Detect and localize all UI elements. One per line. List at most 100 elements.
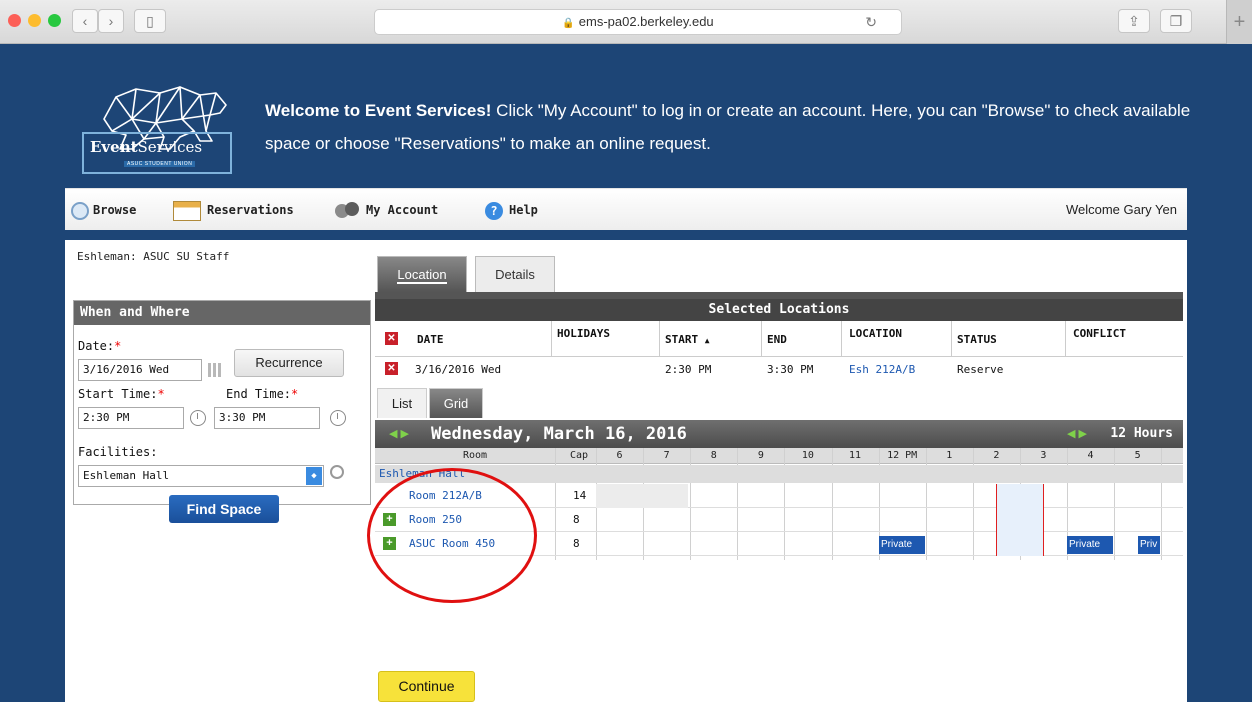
end-time-label: End Time:*	[226, 387, 299, 401]
col-start[interactable]: START ▲	[665, 333, 710, 346]
remove-row-icon[interactable]: ✕	[385, 362, 398, 375]
end-clock-icon[interactable]	[330, 410, 346, 426]
selected-locations-title: Selected Locations	[375, 299, 1183, 321]
when-and-where-panel: When and Where Date:* 3/16/2016 Wed Recu…	[73, 300, 371, 523]
tab-underline	[375, 292, 1183, 299]
tab-location[interactable]: Location	[377, 256, 467, 292]
continue-button[interactable]: Continue	[378, 671, 475, 702]
selection-highlight	[996, 484, 1043, 556]
hour-column-header: 4	[1087, 450, 1094, 461]
col-end[interactable]: END	[767, 333, 787, 346]
col-location[interactable]: LOCATION	[849, 327, 902, 340]
grid-row-room-212ab: Room 212A/B 14	[375, 484, 1183, 508]
nav-browse[interactable]: Browse	[71, 189, 136, 231]
row-date: 3/16/2016 Wed	[415, 363, 502, 376]
sidebar-toggle-icon[interactable]: ▯	[134, 9, 166, 33]
welcome-user: Welcome Gary Yen	[1065, 202, 1177, 217]
col-date[interactable]: DATE	[417, 333, 444, 346]
start-time-field[interactable]: 2:30 PM	[78, 407, 184, 429]
room-link[interactable]: Room 212A/B	[409, 489, 482, 502]
calendar-icon	[173, 200, 201, 221]
grid-day-label: Wednesday, March 16, 2016	[431, 424, 687, 444]
nav-my-account-label: My Account	[366, 203, 439, 217]
logo-word-bold: Event	[90, 138, 138, 156]
find-space-button[interactable]: Find Space	[169, 495, 279, 523]
address-bar[interactable]: 🔒 ems-pa02.berkeley.edu ↻	[374, 9, 902, 35]
logo-subtitle: ASUC STUDENT UNION	[124, 161, 196, 167]
add-room-icon[interactable]: +	[383, 513, 396, 526]
building-row: Eshleman Hall	[375, 465, 1183, 483]
hour-column-header: 11	[849, 450, 862, 461]
minimize-window-button[interactable]	[28, 14, 41, 27]
hour-column-header: 10	[801, 450, 814, 461]
nav-my-account[interactable]: My Account	[335, 189, 438, 231]
facilities-select-value: Eshleman Hall	[83, 469, 170, 482]
row-location-link[interactable]: Esh 212A/B	[849, 363, 915, 376]
hour-column-header: 2	[993, 450, 1000, 461]
hour-column-header: 7	[663, 450, 670, 461]
room-capacity: 8	[573, 513, 580, 526]
reload-icon[interactable]: ↻	[865, 10, 877, 34]
hours-nav-arrows-icon[interactable]: ◀ ▶	[1067, 420, 1087, 448]
room-link[interactable]: ASUC Room 450	[409, 537, 495, 550]
tabs-overview-icon[interactable]: ❐	[1160, 9, 1192, 33]
share-icon[interactable]: ⇪	[1118, 9, 1150, 33]
sort-asc-icon: ▲	[704, 336, 710, 345]
table-row: ✕ 3/16/2016 Wed 2:30 PM 3:30 PM Esh 212A…	[375, 357, 1183, 387]
browser-window: ‹ › ▯ 🔒 ems-pa02.berkeley.edu ↻ ⇪ ❐ + Eve…	[0, 0, 1252, 702]
panel-title: When and Where	[74, 301, 370, 325]
magnifier-icon	[71, 201, 89, 220]
close-window-button[interactable]	[8, 14, 21, 27]
col-conflict[interactable]: CONFLICT	[1073, 327, 1126, 340]
selected-locations-header: ✕ DATE HOLIDAYS START ▲ END LOCATION STA…	[375, 321, 1183, 357]
tab-details[interactable]: Details	[475, 256, 555, 292]
nav-help[interactable]: ? Help	[485, 189, 538, 231]
date-field[interactable]: 3/16/2016 Wed	[78, 359, 202, 381]
hour-column-header: 6	[616, 450, 623, 461]
nav-help-label: Help	[509, 203, 538, 217]
room-column-header: Room	[462, 450, 488, 461]
day-nav-arrows-icon[interactable]: ◀ ▶	[389, 420, 409, 448]
lock-icon: 🔒	[562, 18, 575, 29]
tab-grid[interactable]: Grid	[429, 388, 483, 418]
zoom-window-button[interactable]	[48, 14, 61, 27]
main-content: Eshleman: ASUC SU Staff When and Where D…	[65, 240, 1187, 702]
nav-reservations[interactable]: Reservations	[173, 189, 294, 231]
grid-header: Room Cap 6 7 8 9 10 11 12 PM 1 2 3 4 5	[375, 448, 1183, 464]
new-tab-icon[interactable]: +	[1226, 0, 1252, 44]
building-link[interactable]: Eshleman Hall	[379, 467, 465, 480]
add-room-icon[interactable]: +	[383, 537, 396, 550]
hour-column-header: 12 PM	[887, 450, 918, 461]
welcome-heading: Welcome to Event Services!	[265, 101, 492, 120]
search-icon[interactable]	[330, 465, 344, 479]
unavailable-block	[596, 484, 688, 508]
hours-span-label[interactable]: 12 Hours	[1110, 420, 1173, 448]
back-icon[interactable]: ‹	[72, 9, 98, 33]
room-link[interactable]: Room 250	[409, 513, 462, 526]
start-clock-icon[interactable]	[190, 410, 206, 426]
col-holidays[interactable]: HOLIDAYS	[557, 327, 610, 340]
logo-word-regular: Services	[137, 138, 203, 156]
grid-day-bar: ◀ ▶ Wednesday, March 16, 2016 ◀ ▶ 12 Hou…	[375, 420, 1183, 448]
remove-all-icon[interactable]: ✕	[385, 332, 398, 345]
grid-row-room-250: + Room 250 8	[375, 508, 1183, 532]
facilities-select[interactable]: Eshleman Hall ◆	[78, 465, 324, 487]
row-start: 2:30 PM	[665, 363, 712, 376]
booking-block[interactable]: Private	[879, 536, 925, 554]
required-marker: *	[114, 339, 122, 353]
end-time-field[interactable]: 3:30 PM	[214, 407, 320, 429]
users-icon	[335, 201, 361, 220]
hour-column-header: 5	[1134, 450, 1141, 461]
tab-list[interactable]: List	[377, 388, 427, 418]
calendar-picker-icon[interactable]	[208, 363, 222, 377]
site-header: EventServices ASUC STUDENT UNION Welcome…	[0, 44, 1252, 187]
booking-block[interactable]: Priv	[1138, 536, 1160, 554]
forward-icon[interactable]: ›	[98, 9, 124, 33]
group-name: Eshleman: ASUC SU Staff	[77, 250, 230, 263]
start-time-label: Start Time:*	[78, 387, 165, 401]
room-capacity: 14	[573, 489, 587, 502]
browser-toolbar: ‹ › ▯ 🔒 ems-pa02.berkeley.edu ↻ ⇪ ❐ +	[0, 0, 1252, 44]
booking-block[interactable]: Private	[1067, 536, 1113, 554]
col-status[interactable]: STATUS	[957, 333, 997, 346]
recurrence-button[interactable]: Recurrence	[234, 349, 344, 377]
